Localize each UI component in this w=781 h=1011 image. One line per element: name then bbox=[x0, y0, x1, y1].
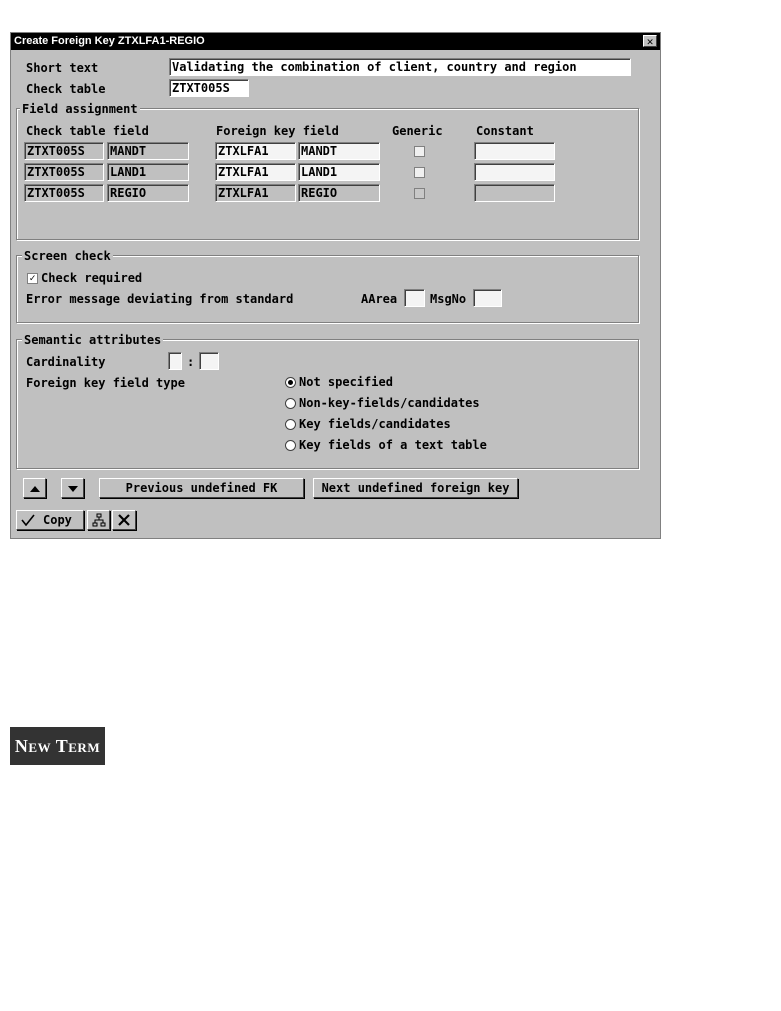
screen-check-group bbox=[16, 255, 639, 323]
create-foreign-key-dialog: Create Foreign Key ZTXLFA1-REGIO ✕ Short… bbox=[10, 32, 661, 539]
radio-key-fields[interactable] bbox=[285, 419, 296, 430]
generic-checkbox[interactable] bbox=[414, 146, 425, 157]
aarea-label: AArea bbox=[361, 292, 398, 306]
radio-key-fields-text-table[interactable] bbox=[285, 440, 296, 451]
radio-not-specified[interactable] bbox=[285, 377, 296, 388]
msgno-label: MsgNo bbox=[430, 292, 467, 306]
hierarchy-button[interactable] bbox=[87, 510, 110, 530]
triangle-down-icon bbox=[67, 486, 78, 492]
constant-input[interactable] bbox=[474, 142, 555, 160]
col-constant: Constant bbox=[476, 124, 534, 138]
msgno-input[interactable] bbox=[473, 289, 502, 307]
col-foreign-key-field: Foreign key field bbox=[216, 124, 339, 138]
fk-field-cell: REGIO bbox=[298, 184, 380, 202]
check-table-cell: ZTXT005S bbox=[24, 184, 104, 202]
generic-checkbox bbox=[414, 188, 425, 199]
dialog-title: Create Foreign Key ZTXLFA1-REGIO bbox=[11, 33, 660, 50]
col-generic: Generic bbox=[392, 124, 443, 138]
cardinality-right-input[interactable] bbox=[199, 352, 219, 370]
previous-undefined-fk-button[interactable]: Previous undefined FK bbox=[99, 478, 304, 498]
fk-table-cell[interactable]: ZTXLFA1 bbox=[215, 142, 296, 160]
scroll-up-button[interactable] bbox=[23, 478, 46, 498]
fk-field-type-label: Foreign key field type bbox=[26, 376, 185, 390]
check-icon bbox=[21, 514, 35, 527]
radio-non-key-fields-label: Non-key-fields/candidates bbox=[299, 396, 480, 410]
check-table-input[interactable]: ZTXT005S bbox=[169, 79, 249, 97]
cancel-icon bbox=[118, 514, 130, 526]
hierarchy-icon bbox=[92, 513, 105, 527]
close-button[interactable]: ✕ bbox=[643, 35, 657, 47]
field-assignment-title: Field assignment bbox=[20, 102, 140, 116]
cardinality-separator: : bbox=[187, 355, 195, 369]
aarea-input[interactable] bbox=[404, 289, 425, 307]
fk-field-cell[interactable]: LAND1 bbox=[298, 163, 380, 181]
copy-button[interactable]: Copy bbox=[16, 510, 84, 530]
scroll-down-button[interactable] bbox=[61, 478, 84, 498]
check-table-cell: ZTXT005S bbox=[24, 163, 104, 181]
col-check-table-field: Check table field bbox=[26, 124, 149, 138]
radio-key-fields-label: Key fields/candidates bbox=[299, 417, 451, 431]
radio-non-key-fields[interactable] bbox=[285, 398, 296, 409]
constant-input bbox=[474, 184, 555, 202]
check-required-label: Check required bbox=[41, 271, 143, 285]
generic-checkbox[interactable] bbox=[414, 167, 425, 178]
check-field-cell: REGIO bbox=[107, 184, 189, 202]
constant-input[interactable] bbox=[474, 163, 555, 181]
next-undefined-foreign-key-button[interactable]: Next undefined foreign key bbox=[313, 478, 518, 498]
short-text-input[interactable]: Validating the combination of client, co… bbox=[169, 58, 631, 76]
short-text-label: Short text bbox=[26, 61, 99, 75]
fk-table-cell: ZTXLFA1 bbox=[215, 184, 296, 202]
fk-field-cell[interactable]: MANDT bbox=[298, 142, 380, 160]
copy-button-label: Copy bbox=[43, 513, 72, 527]
triangle-up-icon bbox=[29, 486, 40, 492]
cardinality-left-input[interactable] bbox=[168, 352, 182, 370]
screen-check-title: Screen check bbox=[22, 249, 113, 263]
fk-table-cell[interactable]: ZTXLFA1 bbox=[215, 163, 296, 181]
cardinality-label: Cardinality bbox=[26, 355, 106, 369]
error-message-label: Error message deviating from standard bbox=[26, 292, 294, 306]
radio-key-fields-text-table-label: Key fields of a text table bbox=[299, 438, 487, 452]
check-table-label: Check table bbox=[26, 82, 106, 96]
check-table-cell: ZTXT005S bbox=[24, 142, 104, 160]
check-field-cell: MANDT bbox=[107, 142, 189, 160]
new-term-badge: New Term bbox=[10, 727, 105, 765]
semantic-attributes-title: Semantic attributes bbox=[22, 333, 164, 347]
check-required-checkbox[interactable]: ✓ bbox=[27, 273, 38, 284]
check-field-cell: LAND1 bbox=[107, 163, 189, 181]
radio-not-specified-label: Not specified bbox=[299, 375, 393, 389]
cancel-button[interactable] bbox=[112, 510, 136, 530]
